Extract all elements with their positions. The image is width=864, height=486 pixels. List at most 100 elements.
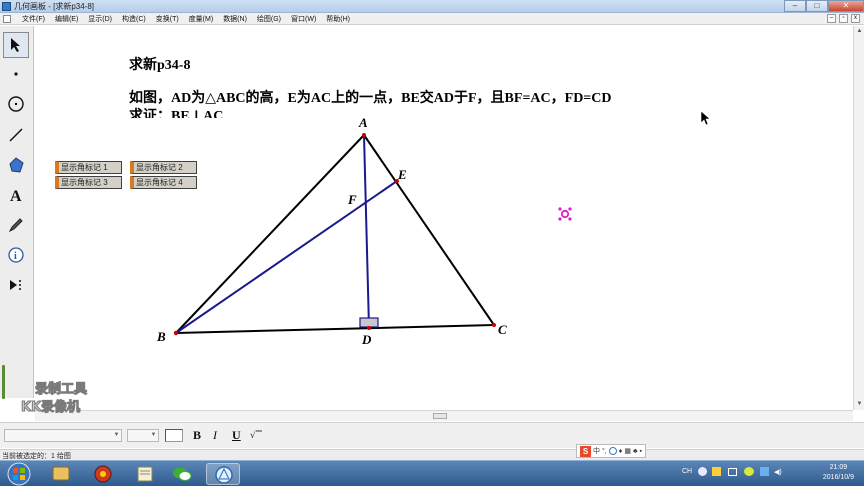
point-c[interactable] [492, 323, 496, 327]
marker-tool[interactable] [3, 212, 29, 238]
label-a[interactable]: A [359, 115, 368, 131]
segment-ab[interactable] [175, 134, 365, 334]
horizontal-scrollbar[interactable] [35, 410, 853, 421]
tray-status-icon[interactable] [744, 467, 754, 476]
font-family-select[interactable]: ▼ [4, 429, 122, 442]
start-button-icon[interactable] [4, 462, 34, 486]
vertical-scrollbar[interactable]: ▲ ▼ [853, 26, 864, 410]
underline-button[interactable]: U [232, 428, 241, 443]
label-b[interactable]: B [157, 329, 166, 345]
segment-bc[interactable] [175, 324, 495, 334]
segment-ac[interactable] [363, 134, 495, 326]
text-a-icon: A [10, 188, 22, 204]
doc-close-button[interactable]: x [851, 14, 860, 23]
close-button[interactable]: ✕ [828, 0, 864, 12]
magenta-flower-icon[interactable] [558, 207, 572, 221]
app-icon [2, 2, 11, 11]
horizontal-scroll-thumb[interactable] [433, 413, 447, 419]
information-tool[interactable]: i [3, 242, 29, 268]
taskbar-wechat-button[interactable] [165, 463, 199, 485]
taskbar-notes-button[interactable] [128, 463, 162, 485]
menu-edit[interactable]: 编辑(E) [50, 14, 83, 24]
straightedge-tool[interactable] [3, 122, 29, 148]
text-format-bar: ▼ ▼ B I U √ [0, 422, 864, 448]
label-e[interactable]: E [398, 167, 407, 183]
symbol-palette-icon[interactable]: √ [249, 428, 263, 442]
text-tool[interactable]: A [3, 182, 29, 208]
microphone-icon[interactable]: ♦ [619, 448, 623, 455]
ime-toolbar[interactable]: S 中 °, ♦ ▦ ♣ ▪ [576, 444, 647, 458]
chevron-down-icon: ▼ [113, 432, 120, 438]
menu-transform[interactable]: 变换(T) [151, 14, 184, 24]
segment-be[interactable] [175, 180, 398, 334]
menu-construct[interactable]: 构造(C) [117, 14, 151, 24]
doc-restore-button[interactable]: ▫ [839, 14, 848, 23]
menu-bar: 文件(F) 编辑(E) 显示(D) 构造(C) 变换(T) 度量(M) 数据(N… [0, 13, 864, 25]
maximize-button[interactable]: □ [806, 0, 828, 12]
keyboard-icon[interactable]: ▦ [624, 447, 631, 455]
clock-time: 21:09 [829, 464, 848, 471]
network-icon[interactable] [728, 468, 737, 476]
clock[interactable]: 21:09 2016/10/9 [823, 463, 854, 483]
skin-icon[interactable]: ♣ [633, 448, 638, 455]
doc-minimize-button[interactable]: – [827, 14, 836, 23]
svg-text:i: i [14, 251, 17, 262]
font-size-select[interactable]: ▼ [127, 429, 159, 442]
point-icon [14, 72, 18, 76]
label-d[interactable]: D [362, 332, 371, 348]
tray-cloud-icon[interactable] [760, 467, 769, 476]
info-icon: i [8, 247, 24, 263]
point-b[interactable] [173, 330, 179, 336]
ime-language[interactable]: 中 [593, 446, 600, 456]
scroll-down-icon[interactable]: ▼ [855, 400, 864, 409]
help-icon[interactable] [698, 467, 707, 476]
menu-help[interactable]: 帮助(H) [321, 14, 355, 24]
taskbar-explorer-button[interactable] [44, 463, 78, 485]
menu-file[interactable]: 文件(F) [17, 14, 50, 24]
polygon-tool[interactable] [3, 152, 29, 178]
geometry-figure [173, 110, 711, 336]
svg-text:√: √ [250, 430, 256, 441]
mouse-cursor-icon [700, 110, 711, 126]
scroll-up-icon[interactable]: ▲ [855, 27, 864, 36]
altitude-ad[interactable] [363, 134, 370, 329]
point-tool[interactable] [3, 61, 29, 87]
punctuation-icon[interactable]: °, [602, 448, 607, 455]
menu-window[interactable]: 窗口(W) [286, 14, 321, 24]
text-color-swatch[interactable] [165, 429, 183, 442]
menu-data[interactable]: 数据(N) [218, 14, 252, 24]
label-c[interactable]: C [498, 322, 507, 338]
menu-graph[interactable]: 绘图(G) [252, 14, 286, 24]
menu-display[interactable]: 显示(D) [83, 14, 117, 24]
bold-button[interactable]: B [193, 428, 201, 443]
menu-measure[interactable]: 度量(M) [184, 14, 219, 24]
compass-tool[interactable] [3, 91, 29, 117]
custom-tool[interactable] [3, 272, 29, 298]
point-d[interactable] [367, 326, 371, 330]
left-edge-indicator [2, 365, 5, 399]
line-segment-icon [9, 128, 23, 142]
clock-date: 2016/10/9 [822, 474, 854, 481]
emoji-icon[interactable] [608, 447, 617, 455]
notes-icon [137, 466, 153, 482]
toolbox-icon[interactable]: ▪ [640, 448, 642, 455]
status-bar: 当前被选定的：1 给图 [0, 449, 864, 460]
tray-ch-icon[interactable]: CH [682, 468, 692, 475]
window-controls: – □ ✕ [784, 0, 864, 12]
point-a[interactable] [362, 133, 366, 137]
minimize-button[interactable]: – [784, 0, 806, 12]
volume-icon[interactable]: ◀) [774, 468, 782, 476]
tray-app-icon[interactable] [712, 467, 721, 476]
italic-button[interactable]: I [213, 428, 217, 443]
arrow-select-tool[interactable] [3, 32, 29, 58]
watermark-line-1: 录制工具 [35, 382, 88, 398]
taskbar-sketchpad-button[interactable] [206, 463, 240, 485]
taskbar-recorder-button[interactable] [86, 463, 120, 485]
sketch-canvas[interactable]: 求新p34-8 如图，AD为△ABC的高，E为AC上的一点，BE交AD于F，且B… [35, 26, 853, 410]
watermark-line-2: KK录像机 [20, 400, 81, 416]
label-f[interactable]: F [348, 192, 357, 208]
arrow-icon [11, 38, 20, 52]
chat-icon [173, 467, 192, 481]
polygon-icon [9, 157, 24, 173]
document-icon [3, 14, 11, 23]
